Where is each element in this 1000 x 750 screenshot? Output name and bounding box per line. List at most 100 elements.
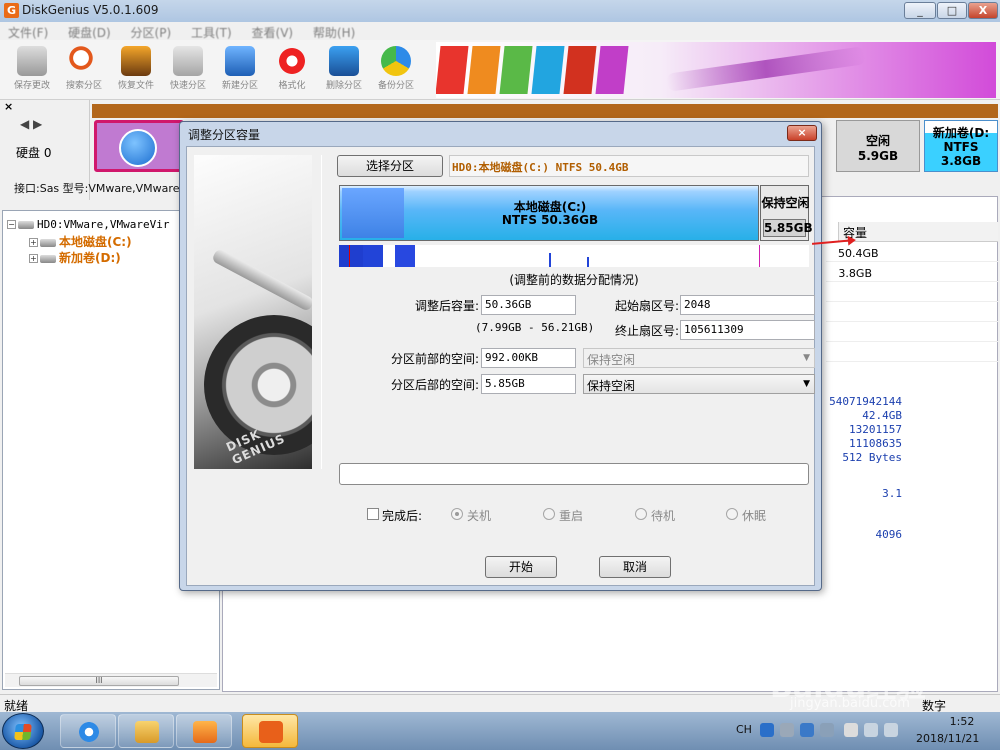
toolbar-quick-partition-button[interactable]: 快速分区 (166, 44, 210, 96)
data-block (349, 245, 350, 267)
selected-partition-info: HD0:本地磁盘(C:) NTFS 50.4GB (449, 155, 809, 177)
capacity-column-header[interactable]: 容量 (838, 222, 998, 242)
action-center-flag-icon[interactable] (844, 723, 858, 737)
space-after-select[interactable]: 保持空闲 ▼ (583, 374, 815, 394)
folder-icon (135, 721, 159, 743)
minimize-button[interactable]: _ (904, 2, 936, 19)
taskbar-media-player[interactable] (176, 714, 232, 748)
language-indicator[interactable]: CH (736, 723, 752, 736)
tree-disk-node[interactable]: − HD0:VMware,VMwareVir (7, 217, 169, 231)
radio-restart-label: 重启 (559, 509, 584, 523)
title-bar: G DiskGenius V5.0.1.609 _ □ X (0, 0, 1000, 22)
scrollbar-thumb[interactable]: III (19, 676, 179, 686)
close-button[interactable]: X (968, 2, 998, 19)
new-size-input[interactable]: 50.36GB (481, 295, 576, 315)
menu-file[interactable]: 文件(F) (8, 24, 48, 41)
artwork-head-arm (211, 247, 312, 313)
toolbar-recover-files-button[interactable]: 恢复文件 (114, 44, 158, 96)
toolbar-backup-partition-button[interactable]: 备份分区 (374, 44, 418, 96)
toolbar-search-partition-button[interactable]: 搜索分区 (62, 44, 106, 96)
keyboard-icon[interactable] (780, 723, 794, 737)
partition-c-segment[interactable]: 本地磁盘(C:) NTFS 50.36GB (339, 185, 759, 241)
maximize-button[interactable]: □ (937, 2, 967, 19)
toolbar-new-partition-button[interactable]: 新建分区 (218, 44, 262, 96)
tree-item-d[interactable]: + 新加卷(D:) (29, 249, 121, 266)
taskbar-explorer[interactable] (118, 714, 174, 748)
banner-tile (595, 46, 629, 94)
diskgenius-logo-icon: G (4, 3, 19, 18)
data-block (339, 245, 363, 267)
toolbar-label: 搜索分区 (65, 81, 102, 91)
menu-disk[interactable]: 硬盘(D) (68, 24, 111, 41)
help-icon[interactable] (800, 723, 814, 737)
baidu-watermark: Baidu经验 jingyan.baidu.com (770, 640, 1000, 712)
disk-info-line: 接口:Sas 型号:VMware,VMwareVirtu (14, 182, 206, 195)
start-button[interactable] (2, 713, 44, 749)
network-icon[interactable] (864, 723, 878, 737)
data-block (759, 245, 760, 267)
pin-close-icon[interactable]: × (4, 100, 13, 113)
clock-date[interactable]: 2018/11/21 (916, 732, 979, 745)
tree-item-c[interactable]: + 本地磁盘(C:) (29, 233, 132, 250)
dialog-body: DISK GENIUS 选择分区 HD0:本地磁盘(C:) NTFS 50.4G… (186, 146, 855, 586)
partition-d-size: 3.8GB (940, 154, 982, 168)
free-space-segment[interactable]: 保持空闲 5.85GB (760, 185, 813, 241)
dialog-title: 调整分区容量 (188, 128, 261, 142)
new-partition-icon (225, 46, 255, 76)
tree-horizontal-scrollbar[interactable]: III (5, 673, 217, 687)
menu-bar: 文件(F) 硬盘(D) 分区(P) 工具(T) 查看(V) 帮助(H) (0, 22, 1000, 40)
toolbar-format-button[interactable]: 格式化 (270, 44, 314, 96)
toolbar-save-button[interactable]: 保存更改 (10, 44, 54, 96)
volume-icon[interactable] (884, 723, 898, 737)
partition-c-fs-size: NTFS 50.36GB (501, 213, 599, 227)
space-before-input[interactable]: 992.00KB (481, 348, 576, 368)
progress-bar (339, 463, 809, 485)
watermark-url: jingyan.baidu.com (790, 696, 910, 711)
settings-icon[interactable] (820, 723, 834, 737)
toolbar-label: 备份分区 (377, 81, 414, 91)
taskbar-ie[interactable] (60, 714, 116, 748)
quick-partition-icon (173, 46, 203, 76)
windows-flag-icon (14, 724, 32, 740)
disk-nav-arrows[interactable]: ◀ ▶ (20, 117, 42, 131)
free-segment-label: 保持空闲 (761, 196, 810, 210)
partition-resize-bar[interactable]: 本地磁盘(C:) NTFS 50.36GB 保持空闲 5.85GB (339, 185, 813, 241)
delete-partition-icon (329, 46, 359, 76)
space-after-option: 保持空闲 (587, 379, 636, 393)
banner-tile (436, 46, 469, 94)
toolbar-delete-partition-button[interactable]: 删除分区 (322, 44, 366, 96)
promo-banner[interactable] (436, 42, 996, 98)
cancel-button[interactable]: 取消 (599, 556, 671, 578)
ime-icon[interactable] (760, 723, 774, 737)
space-after-label: 分区后部的空间: (390, 378, 479, 392)
windows-logo-icon (119, 129, 157, 167)
toolbar-label: 删除分区 (325, 81, 362, 91)
start-button[interactable]: 开始 (485, 556, 557, 578)
recover-files-icon (121, 46, 151, 76)
dialog-close-button[interactable]: × (787, 125, 817, 141)
disk-map-partition-c[interactable] (94, 120, 184, 172)
size-range-hint: (7.99GB - 56.21GB) (475, 321, 595, 334)
menu-view[interactable]: 查看(V) (252, 24, 294, 41)
disk-map-partition-d[interactable]: 新加卷(D: NTFS 3.8GB (924, 120, 998, 172)
search-partition-icon (69, 46, 99, 76)
data-block (587, 257, 589, 267)
toolbar-label: 格式化 (278, 81, 306, 91)
expand-icon[interactable]: + (29, 238, 38, 247)
start-sector-input[interactable]: 2048 (680, 295, 815, 315)
space-after-input[interactable]: 5.85GB (481, 374, 576, 394)
format-icon (277, 46, 307, 76)
clock-time[interactable]: 1:52 (932, 715, 992, 728)
select-partition-button[interactable]: 选择分区 (337, 155, 443, 177)
disk-map-free-space[interactable]: 空闲 5.9GB (836, 120, 920, 172)
menu-tools[interactable]: 工具(T) (191, 24, 232, 41)
after-done-checkbox[interactable] (367, 508, 379, 520)
internet-explorer-icon (77, 721, 101, 743)
taskbar-diskgenius[interactable] (242, 714, 298, 748)
expand-icon[interactable]: + (29, 254, 38, 263)
menu-help[interactable]: 帮助(H) (313, 24, 355, 41)
menu-partition[interactable]: 分区(P) (131, 24, 172, 41)
end-sector-input[interactable]: 105611309 (680, 320, 815, 340)
system-tray: CH 1:52 2018/11/21 (730, 712, 1000, 750)
collapse-icon[interactable]: − (7, 220, 16, 229)
